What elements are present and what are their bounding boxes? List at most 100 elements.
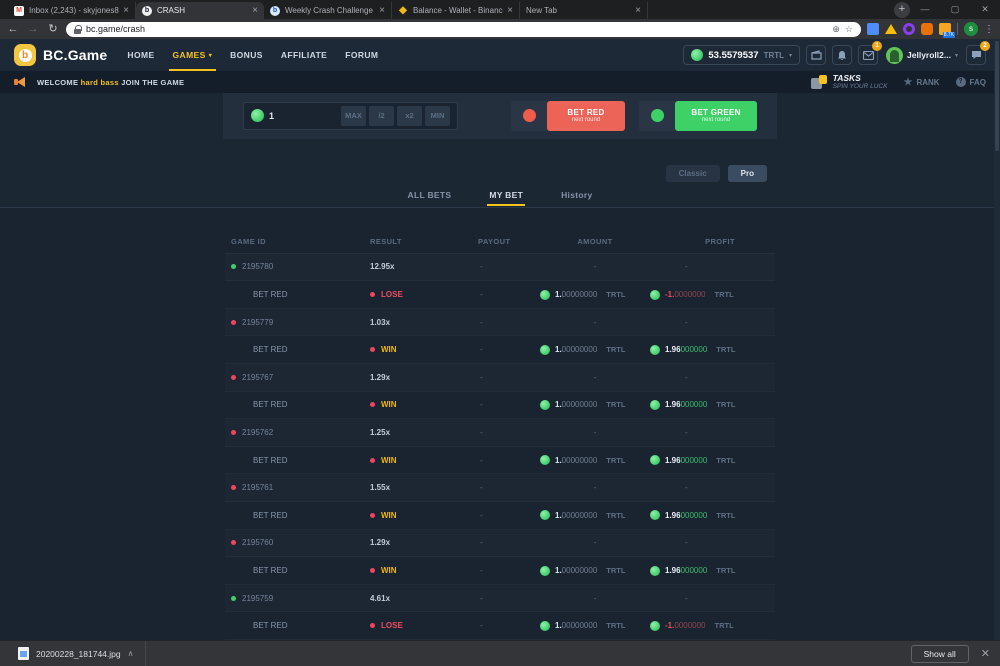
trtl-coin-icon [540, 345, 550, 355]
extension-icon[interactable] [921, 23, 933, 35]
adjust-max-button[interactable]: MAX [341, 106, 366, 126]
bet-row[interactable]: BET REDWIN-1.00000000TRTL1.96000000TRTL [225, 502, 775, 530]
new-tab-button[interactable]: + [894, 2, 910, 18]
adjust-double-button[interactable]: x2 [397, 106, 422, 126]
tab-title: New Tab [526, 6, 631, 15]
player-name[interactable]: hard bass [81, 78, 119, 87]
classic-mode-button[interactable]: Classic [666, 165, 720, 182]
adjust-half2-button[interactable]: /2 [369, 106, 394, 126]
game-row[interactable]: 219578012.95x--- [225, 254, 775, 282]
tab-close-icon[interactable]: × [379, 6, 385, 16]
browser-tab[interactable]: New Tab × [520, 2, 648, 19]
browser-tab[interactable]: bWeekly Crash Challenge - Red R× [264, 2, 392, 19]
messages-button[interactable]: 1 [858, 45, 878, 65]
game-id-cell: BET RED [225, 566, 370, 575]
rank-link[interactable]: ★ RANK [903, 77, 939, 88]
notifications-button[interactable] [832, 45, 852, 65]
nav-item-forum[interactable]: FORUM [345, 39, 378, 71]
tab-close-icon[interactable]: × [123, 6, 129, 16]
profile-avatar[interactable]: s [964, 22, 978, 36]
bet-row[interactable]: BET REDWIN-1.00000000TRTL1.96000000TRTL [225, 336, 775, 364]
payout-cell: - [470, 428, 540, 437]
back-icon[interactable]: ← [6, 24, 20, 35]
welcome-label: WELCOME [37, 78, 78, 87]
download-item[interactable]: 20200228_181744.jpg ∧ [10, 641, 141, 666]
chat-button[interactable]: 2 [966, 45, 986, 65]
chevron-down-icon: ▾ [209, 52, 212, 59]
game-row[interactable]: 21957621.25x--- [225, 419, 775, 447]
address-bar[interactable]: bc.game/crash ⊕ ☆ [66, 22, 861, 37]
adjust-min-button[interactable]: MIN [425, 106, 450, 126]
bet-row[interactable]: BET REDWIN-1.00000000TRTL1.96000000TRTL [225, 447, 775, 475]
nav-item-bonus[interactable]: BONUS [230, 39, 263, 71]
profit-zeros: 000000 [681, 400, 708, 409]
profit-currency: TRTL [716, 566, 735, 575]
green-indicator[interactable] [639, 101, 675, 131]
nav-item-games[interactable]: GAMES▾ [173, 39, 213, 71]
tab-history[interactable]: History [561, 190, 592, 206]
amount-cell: 1.00000000TRTL [540, 345, 650, 355]
extension-icon[interactable]: 8.7K [939, 23, 951, 35]
payout-empty: - [470, 400, 483, 409]
extension-icon[interactable] [867, 23, 879, 35]
browser-tab[interactable]: ◆Balance - Wallet - Binance× [392, 2, 520, 19]
question-icon: ? [956, 77, 966, 87]
tab-close-icon[interactable]: × [507, 6, 513, 16]
close-downloads-icon[interactable]: ✕ [981, 647, 990, 660]
bet-row[interactable]: BET REDLOSE-1.00000000TRTL-1.0000000TRTL [225, 281, 775, 309]
amount-currency: TRTL [606, 400, 625, 409]
bet-row[interactable]: BET REDLOSE-1.00000000TRTL-1.0000000TRTL [225, 612, 775, 640]
nav-item-home[interactable]: HOME [127, 39, 154, 71]
scrollbar-thumb[interactable] [995, 41, 999, 151]
maximize-icon[interactable]: ▢ [940, 0, 970, 19]
tab-my-bet[interactable]: MY BET [489, 190, 523, 206]
profit-cell: 1.96000000TRTL [650, 510, 775, 520]
tab-close-icon[interactable]: × [635, 6, 641, 16]
browser-menu-icon[interactable]: ⋮ [984, 24, 994, 35]
page-scrollbar[interactable] [994, 39, 1000, 640]
close-icon[interactable]: ✕ [970, 0, 1000, 19]
chevron-up-icon[interactable]: ∧ [128, 649, 134, 658]
pro-mode-button[interactable]: Pro [728, 165, 767, 182]
drive-extension-icon[interactable] [885, 24, 897, 34]
balance-selector[interactable]: 53.5579537 TRTL ▾ [683, 45, 800, 65]
tasks-link[interactable]: TASKS SPIN YOUR LUCK [811, 74, 888, 91]
reload-icon[interactable]: ↻ [46, 24, 60, 35]
game-row[interactable]: 21957594.61x--- [225, 585, 775, 613]
trtl-coin-icon [650, 290, 660, 300]
bet-green-button[interactable]: BET GREEN next round [675, 101, 757, 131]
game-row[interactable]: 21957611.55x--- [225, 474, 775, 502]
tab-all-bets[interactable]: ALL BETS [408, 190, 452, 206]
wallet-icon [811, 50, 822, 60]
minimize-icon[interactable]: — [910, 0, 940, 19]
extension-icon[interactable] [903, 23, 915, 35]
amount-value: 1. [555, 566, 562, 575]
forward-icon[interactable]: → [26, 24, 40, 35]
wallet-button[interactable] [806, 45, 826, 65]
bet-row[interactable]: BET REDWIN-1.00000000TRTL1.96000000TRTL [225, 557, 775, 585]
profit-empty: - [650, 373, 688, 382]
browser-tab[interactable]: MInbox (2,243) - skyjones84@gma× [8, 2, 136, 19]
bet-red-button[interactable]: BET RED next round [547, 101, 625, 131]
amount-cell: - [540, 538, 650, 547]
join-label: JOIN THE GAME [121, 78, 184, 87]
zoom-page-icon[interactable]: ⊕ [832, 24, 840, 35]
game-row[interactable]: 21957791.03x--- [225, 309, 775, 337]
tab-close-icon[interactable]: × [252, 6, 258, 16]
nav-item-affiliate[interactable]: AFFILIATE [281, 39, 327, 71]
bet-amount-input[interactable]: 1 MAX/2x2MIN [243, 102, 458, 130]
faq-link[interactable]: ? FAQ [956, 77, 986, 87]
bookmark-star-icon[interactable]: ☆ [845, 24, 853, 35]
user-menu[interactable]: Jellyroll2... ▾ [886, 47, 958, 64]
game-row[interactable]: 21957671.29x--- [225, 364, 775, 392]
bcgame-logo-icon[interactable]: b [14, 44, 36, 66]
bet-row[interactable]: BET REDWIN-1.00000000TRTL1.96000000TRTL [225, 392, 775, 420]
red-indicator[interactable] [511, 101, 547, 131]
result-cell: LOSE [370, 290, 470, 299]
brand-title[interactable]: BC.Game [43, 47, 107, 63]
game-row[interactable]: 21957601.29x--- [225, 530, 775, 558]
payout-empty: - [470, 483, 483, 492]
game-id: 2195759 [242, 594, 273, 603]
browser-tab[interactable]: bCRASH× [136, 2, 264, 19]
show-all-button[interactable]: Show all [911, 645, 969, 663]
